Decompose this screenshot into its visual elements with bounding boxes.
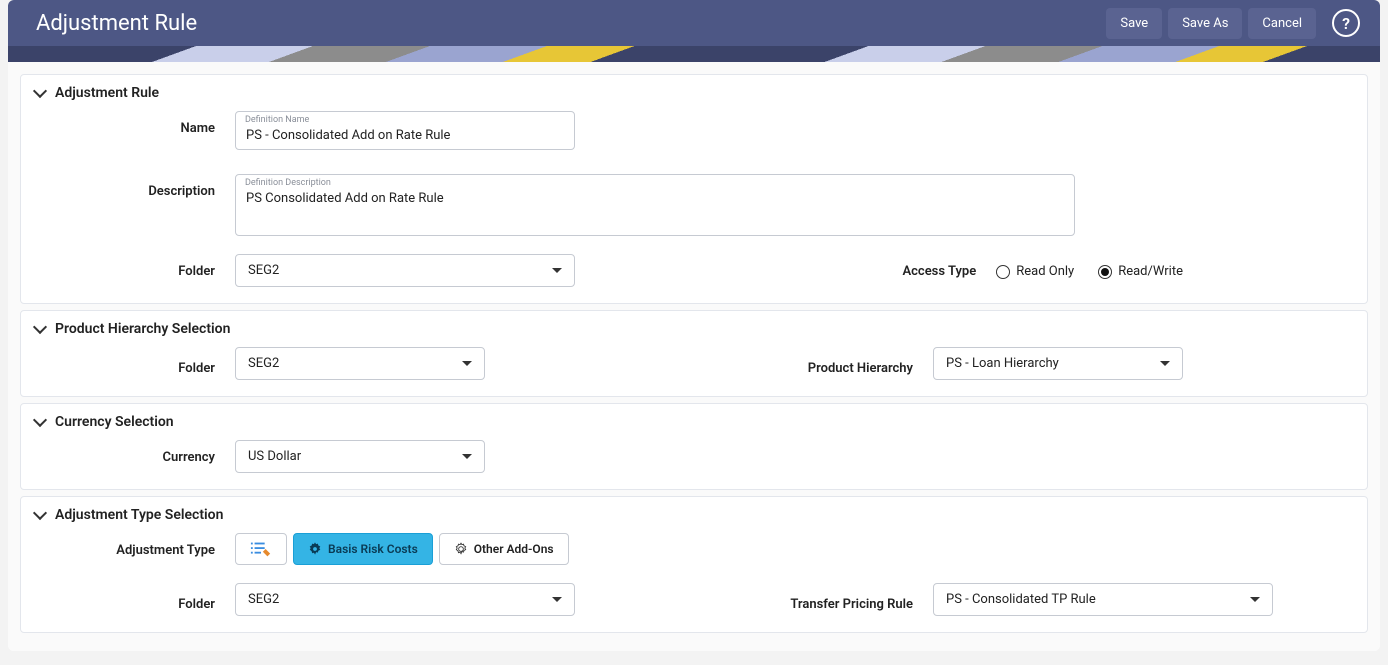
- radio-read-write-label: Read/Write: [1118, 264, 1183, 279]
- radio-read-only-label: Read Only: [1016, 264, 1074, 279]
- chevron-down-icon: [33, 413, 47, 427]
- section-header-adjtype[interactable]: Adjustment Type Selection: [35, 507, 1353, 523]
- chevron-down-icon: [33, 506, 47, 520]
- chevron-down-icon: [552, 597, 562, 602]
- label-currency: Currency: [35, 440, 235, 465]
- basis-risk-costs-button[interactable]: Basis Risk Costs: [293, 533, 433, 565]
- gear-icon: [308, 542, 322, 556]
- at-folder-value: SEG2: [248, 592, 279, 607]
- folder-select-value: SEG2: [248, 263, 279, 278]
- product-hierarchy-select[interactable]: PS - Loan Hierarchy: [933, 347, 1183, 380]
- save-as-button[interactable]: Save As: [1168, 8, 1242, 39]
- section-header-hierarchy[interactable]: Product Hierarchy Selection: [35, 321, 1353, 337]
- chevron-down-icon: [1250, 597, 1260, 602]
- panel-adjustment-rule: Adjustment Rule Name Definition Name Des…: [20, 74, 1368, 304]
- section-header-currency[interactable]: Currency Selection: [35, 414, 1353, 430]
- chevron-down-icon: [1160, 361, 1170, 366]
- radio-read-only[interactable]: Read Only: [996, 264, 1074, 279]
- list-edit-icon: [250, 540, 272, 558]
- help-icon[interactable]: ?: [1332, 9, 1360, 37]
- other-addons-label: Other Add-Ons: [474, 542, 554, 556]
- access-type-radio-group: Read Only Read/Write: [996, 254, 1183, 279]
- section-title: Currency Selection: [55, 414, 174, 430]
- name-float-label: Definition Name: [245, 115, 309, 125]
- name-input-wrap: Definition Name: [235, 111, 575, 150]
- adjustment-type-edit-button[interactable]: [235, 533, 287, 565]
- label-description: Description: [35, 174, 235, 199]
- section-title: Adjustment Rule: [55, 85, 159, 101]
- description-float-label: Definition Description: [245, 178, 331, 188]
- at-folder-select[interactable]: SEG2: [235, 583, 575, 616]
- header-actions: Save Save As Cancel ?: [1106, 8, 1360, 39]
- description-input[interactable]: [236, 175, 1074, 212]
- decorative-stripe: [8, 46, 1380, 62]
- other-add-ons-button[interactable]: Other Add-Ons: [439, 533, 569, 565]
- radio-read-write[interactable]: Read/Write: [1098, 264, 1183, 279]
- page-title: Adjustment Rule: [36, 11, 197, 36]
- label-name: Name: [35, 111, 235, 136]
- panel-product-hierarchy: Product Hierarchy Selection Folder SEG2 …: [20, 310, 1368, 397]
- label-access-type: Access Type: [876, 254, 996, 279]
- chevron-down-icon: [462, 361, 472, 366]
- form-canvas: Adjustment Rule Name Definition Name Des…: [8, 62, 1380, 651]
- label-at-folder: Folder: [35, 587, 235, 612]
- description-input-wrap: Definition Description: [235, 174, 1075, 236]
- tp-rule-select[interactable]: PS - Consolidated TP Rule: [933, 583, 1273, 616]
- label-tp-rule: Transfer Pricing Rule: [763, 587, 933, 612]
- section-title: Adjustment Type Selection: [55, 507, 223, 523]
- product-hierarchy-value: PS - Loan Hierarchy: [946, 356, 1059, 371]
- panel-adjustment-type: Adjustment Type Selection Adjustment Typ…: [20, 496, 1368, 633]
- tp-rule-value: PS - Consolidated TP Rule: [946, 592, 1096, 607]
- section-title: Product Hierarchy Selection: [55, 321, 230, 337]
- section-header-rule[interactable]: Adjustment Rule: [35, 85, 1353, 101]
- label-adjustment-type: Adjustment Type: [35, 533, 235, 558]
- label-product-hierarchy: Product Hierarchy: [783, 351, 933, 376]
- app-window: Adjustment Rule Save Save As Cancel ? Ad…: [8, 0, 1380, 651]
- cancel-button[interactable]: Cancel: [1248, 8, 1316, 39]
- currency-value: US Dollar: [248, 449, 301, 464]
- currency-select[interactable]: US Dollar: [235, 440, 485, 473]
- header-bar: Adjustment Rule Save Save As Cancel ?: [8, 0, 1380, 46]
- chevron-down-icon: [33, 320, 47, 334]
- chevron-down-icon: [552, 268, 562, 273]
- panel-currency: Currency Selection Currency US Dollar: [20, 403, 1368, 490]
- label-folder: Folder: [35, 254, 235, 279]
- chevron-down-icon: [462, 454, 472, 459]
- ph-folder-value: SEG2: [248, 356, 279, 371]
- label-ph-folder: Folder: [35, 351, 235, 376]
- gear-icon: [454, 542, 468, 556]
- chevron-down-icon: [33, 84, 47, 98]
- folder-select[interactable]: SEG2: [235, 254, 575, 287]
- basis-risk-label: Basis Risk Costs: [328, 542, 418, 556]
- save-button[interactable]: Save: [1106, 8, 1162, 39]
- ph-folder-select[interactable]: SEG2: [235, 347, 485, 380]
